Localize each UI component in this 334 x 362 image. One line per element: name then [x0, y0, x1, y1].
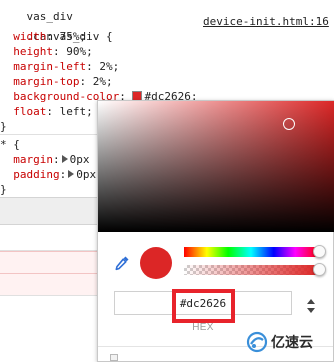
highlight-annotation-box	[172, 289, 235, 323]
rule-source-link[interactable]: device-init.html:16	[203, 14, 329, 29]
rule-close: }	[0, 119, 7, 134]
property-value[interactable]: 90%;	[66, 45, 93, 58]
property-value[interactable]: 2%;	[93, 75, 113, 88]
watermark-text: 亿速云	[271, 335, 313, 351]
alpha-slider[interactable]	[184, 265, 318, 275]
hue-slider-handle[interactable]	[313, 245, 326, 258]
property-name[interactable]: margin	[13, 153, 53, 166]
property-name[interactable]: width	[13, 30, 46, 43]
declaration-margin-left[interactable]: margin-left: 2%;	[0, 59, 119, 74]
universal-close: }	[0, 182, 7, 197]
property-value[interactable]: 75%;	[60, 30, 87, 43]
property-name[interactable]: margin-left	[13, 60, 86, 73]
arrow-down-icon[interactable]	[307, 308, 315, 313]
hue-slider[interactable]	[184, 247, 318, 257]
expand-triangle-icon[interactable]	[68, 170, 75, 178]
saturation-value-area[interactable]	[98, 101, 334, 232]
property-value[interactable]: left;	[60, 105, 93, 118]
universal-close-brace: }	[0, 183, 7, 196]
watermark: 亿速云	[246, 330, 313, 354]
declaration-margin-top[interactable]: margin-top: 2%;	[0, 74, 113, 89]
property-value[interactable]: 0px	[76, 168, 96, 181]
color-preview-swatch	[140, 247, 172, 279]
up-down-arrows-icon[interactable]	[304, 298, 318, 314]
property-name[interactable]: height	[13, 45, 53, 58]
watermark-logo-icon	[246, 331, 268, 353]
palette-icon[interactable]	[110, 354, 118, 361]
expand-triangle-icon[interactable]	[61, 155, 68, 163]
declaration-margin[interactable]: margin: 0px	[0, 152, 90, 167]
property-name[interactable]: float	[13, 105, 46, 118]
property-value[interactable]: 2%;	[99, 60, 119, 73]
eyedropper-icon[interactable]	[114, 255, 130, 271]
rule-divider	[0, 134, 98, 135]
alpha-slider-handle[interactable]	[313, 263, 326, 276]
property-value[interactable]: 0px	[70, 153, 90, 166]
declaration-padding[interactable]: padding: 0px	[0, 167, 96, 182]
inherited-row	[0, 273, 98, 295]
inherited-row	[0, 251, 98, 273]
rule-close-brace: }	[0, 120, 7, 133]
declaration-float[interactable]: float: left;	[0, 104, 93, 119]
declaration-height[interactable]: height: 90%;	[0, 44, 93, 59]
property-name[interactable]: padding	[13, 168, 59, 181]
universal-selector-text[interactable]: * {	[0, 138, 20, 151]
arrow-up-icon[interactable]	[307, 299, 315, 304]
property-name[interactable]: margin-top	[13, 75, 79, 88]
section-header-band	[0, 197, 98, 225]
universal-selector[interactable]: * {	[0, 137, 20, 152]
declaration-width[interactable]: width: 75%;	[0, 29, 86, 44]
row-divider	[0, 295, 98, 296]
saturation-value-handle[interactable]	[283, 118, 295, 130]
